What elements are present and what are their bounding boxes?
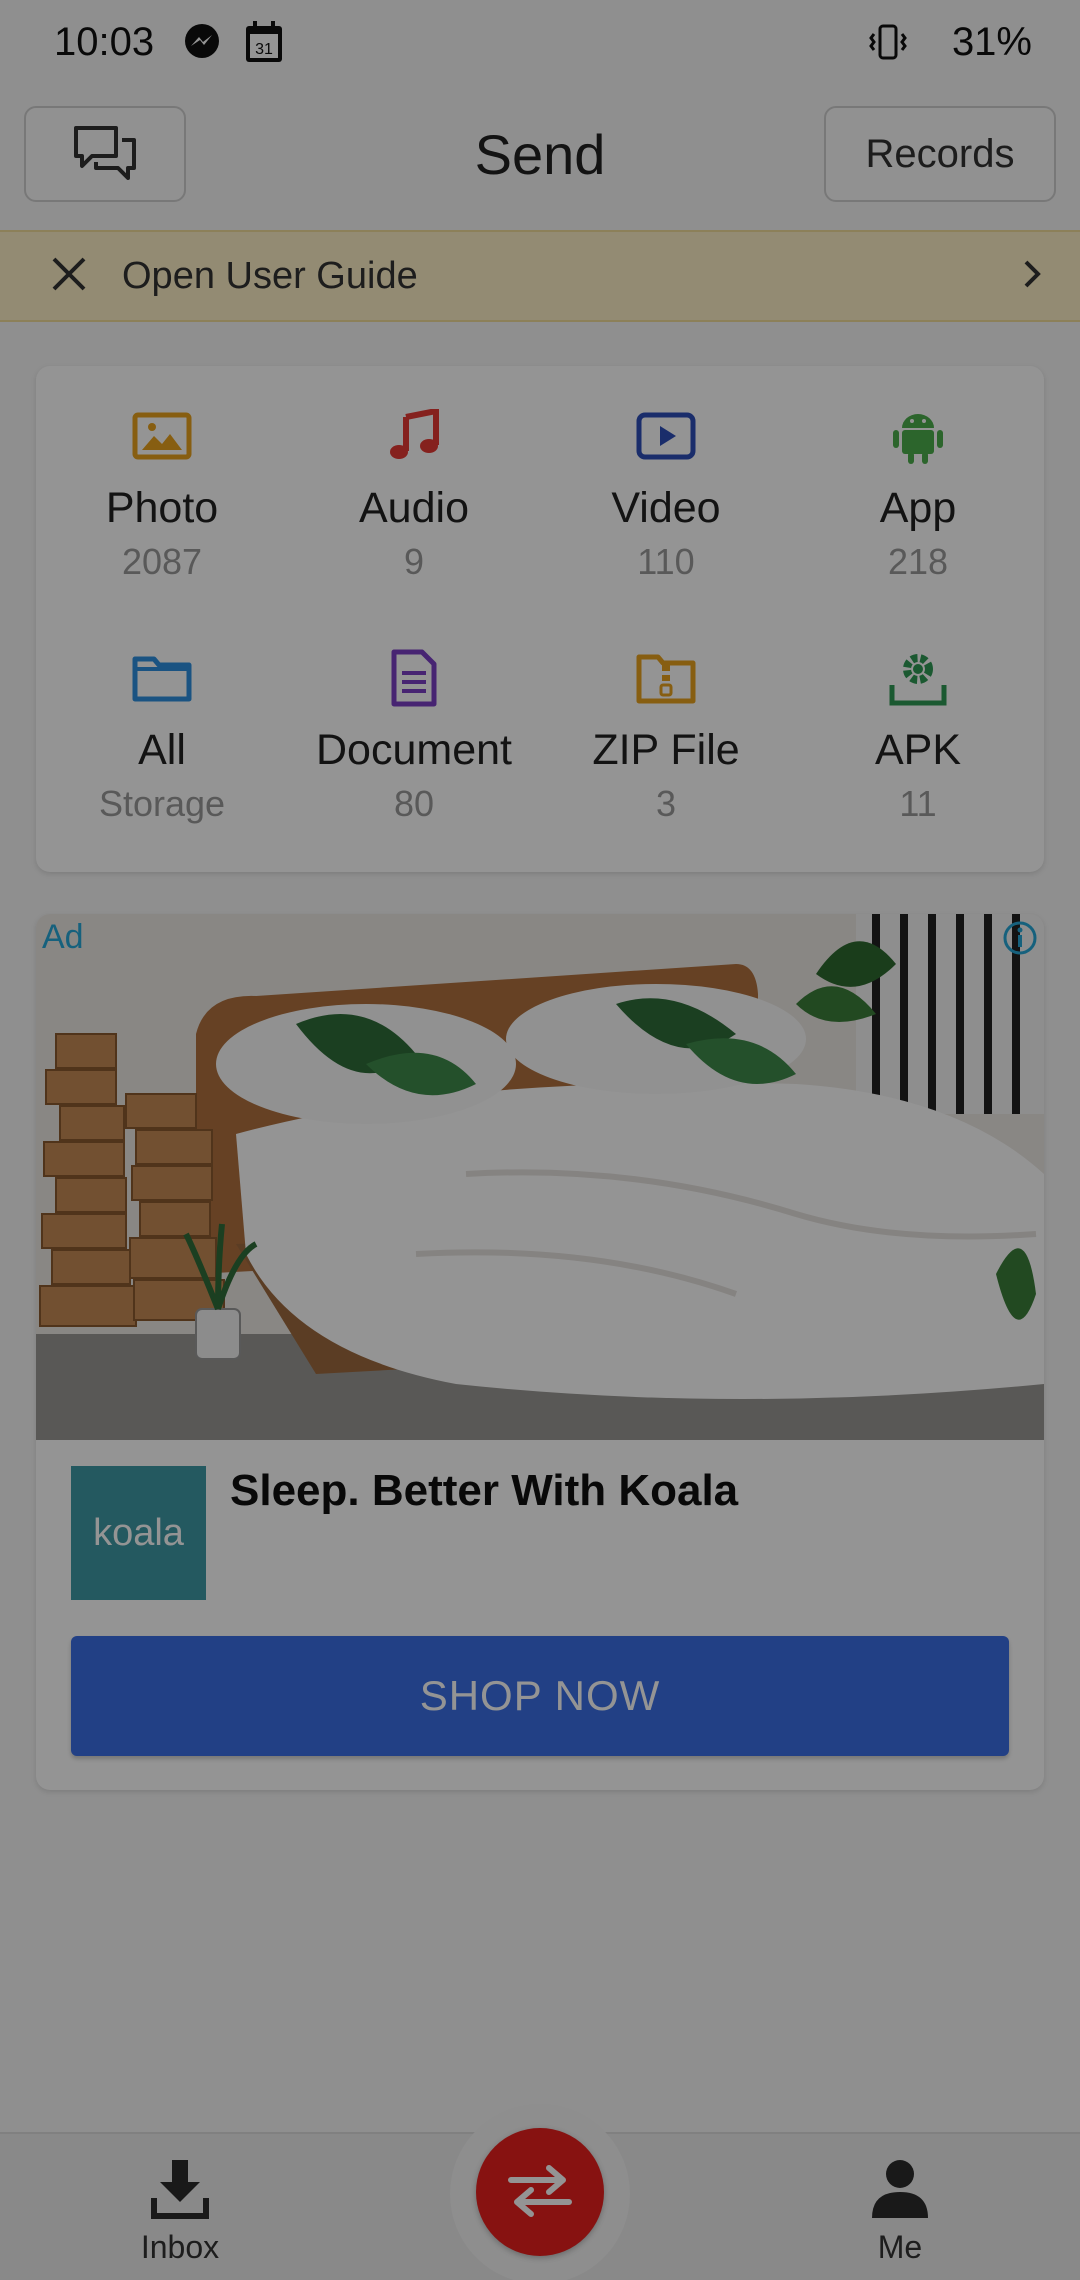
- category-count: 2087: [121, 541, 203, 582]
- category-photo[interactable]: Photo 2087: [36, 406, 288, 648]
- swap-arrows-icon: [505, 2162, 575, 2223]
- brand-logo[interactable]: koala: [71, 1466, 206, 1600]
- play-icon: [636, 406, 696, 466]
- ad-badge: Ad: [42, 918, 84, 956]
- image-icon: [132, 406, 192, 466]
- category-count: Storage: [98, 783, 226, 824]
- category-video[interactable]: Video 110: [540, 406, 792, 648]
- category-apk[interactable]: APK 11: [792, 648, 1044, 890]
- category-count: 80: [393, 783, 435, 824]
- category-audio[interactable]: Audio 9: [288, 406, 540, 648]
- document-icon: [390, 648, 438, 708]
- category-count: 11: [899, 783, 937, 824]
- file-category-card: Photo 2087 Audio 9 Video 110 App 218 All…: [36, 366, 1044, 872]
- folder-icon: [132, 648, 192, 708]
- records-button[interactable]: Records: [824, 106, 1056, 202]
- zip-folder-icon: [636, 648, 696, 708]
- category-all-storage[interactable]: All Storage: [36, 648, 288, 890]
- user-guide-label: Open User Guide: [122, 254, 418, 297]
- category-zip-file[interactable]: ZIP File 3: [540, 648, 792, 890]
- nav-me[interactable]: Me: [800, 2158, 1000, 2266]
- messenger-icon: [182, 22, 222, 62]
- category-document[interactable]: Document 80: [288, 648, 540, 890]
- ad-card[interactable]: Ad koala Sleep. Better With Koala SHOP N…: [36, 914, 1044, 1790]
- nav-inbox-label: Inbox: [140, 2229, 220, 2265]
- category-name: All: [138, 726, 186, 774]
- user-guide-banner[interactable]: Open User Guide: [0, 230, 1080, 322]
- svg-text:31: 31: [255, 41, 273, 58]
- category-name: Document: [316, 726, 512, 774]
- gear-install-icon: [888, 648, 948, 708]
- category-name: ZIP File: [592, 726, 740, 774]
- calendar-icon: 31: [244, 20, 284, 64]
- chevron-right-icon: [1020, 258, 1044, 295]
- category-count: 9: [403, 541, 425, 582]
- info-icon[interactable]: [1002, 920, 1038, 956]
- header: Send Records: [0, 100, 1080, 210]
- category-count: 110: [637, 541, 695, 582]
- category-name: Video: [611, 484, 721, 532]
- category-name: Photo: [105, 484, 219, 532]
- nav-me-label: Me: [877, 2229, 923, 2265]
- category-app[interactable]: App 218: [792, 406, 1044, 648]
- category-count: 3: [655, 783, 677, 824]
- ad-bedroom-image[interactable]: Ad: [36, 914, 1044, 1440]
- battery-percent: 31%: [951, 19, 1032, 64]
- ad-headline[interactable]: Sleep. Better With Koala: [230, 1466, 738, 1516]
- status-time: 10:03: [54, 19, 155, 64]
- shop-now-button[interactable]: SHOP NOW: [71, 1636, 1009, 1756]
- transfer-button[interactable]: [476, 2128, 604, 2256]
- category-name: Audio: [359, 484, 469, 532]
- category-name: APK: [874, 726, 962, 774]
- android-icon: [890, 406, 946, 466]
- status-bar: 10:03 31 31%: [0, 0, 1080, 84]
- person-icon: [870, 2158, 930, 2225]
- nav-inbox[interactable]: Inbox: [80, 2158, 280, 2266]
- category-count: 218: [887, 541, 949, 582]
- music-note-icon: [388, 406, 440, 466]
- vibrate-icon: [866, 22, 910, 62]
- download-icon: [150, 2158, 210, 2225]
- category-name: App: [879, 484, 957, 532]
- close-icon[interactable]: [50, 255, 88, 298]
